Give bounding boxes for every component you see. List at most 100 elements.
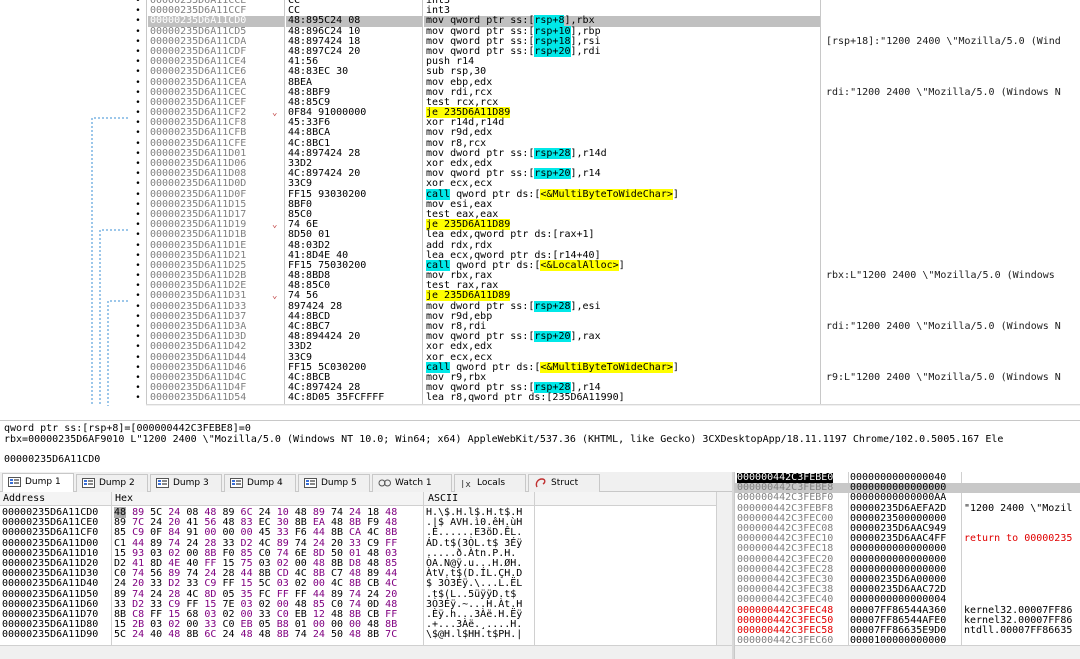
breakpoint-dot-icon[interactable]: • bbox=[131, 220, 145, 230]
info-line-operand: qword ptr ss:[rsp+8]=[000000442C3FEBE8]=… bbox=[4, 423, 251, 434]
stack-comment: return to 00000235 bbox=[964, 533, 1073, 545]
dump-icon bbox=[156, 478, 169, 488]
breakpoint-dot-icon[interactable]: • bbox=[131, 88, 145, 98]
breakpoint-dot-icon[interactable]: • bbox=[131, 190, 145, 200]
breakpoint-dot-icon[interactable]: • bbox=[131, 139, 145, 149]
instruction-text: lea r8,qword ptr ds:[235D6A11990] bbox=[426, 392, 625, 404]
dump-icon bbox=[304, 478, 317, 488]
dump-header-ascii[interactable]: ASCII bbox=[428, 493, 458, 505]
dump-icon bbox=[82, 478, 95, 488]
breakpoint-dot-icon[interactable]: • bbox=[131, 332, 145, 342]
instruction-address: 00000235D6A11D1B bbox=[150, 229, 247, 241]
info-panel: qword ptr ss:[rsp+8]=[000000442C3FEBE8]=… bbox=[0, 420, 1080, 470]
tab-label: Watch 1 bbox=[395, 478, 432, 488]
breakpoint-dot-icon[interactable]: • bbox=[131, 16, 145, 26]
breakpoint-dot-icon[interactable]: • bbox=[131, 230, 145, 240]
tab-label: Locals bbox=[477, 478, 506, 488]
breakpoint-dot-icon[interactable]: • bbox=[131, 302, 145, 312]
breakpoint-dot-icon[interactable]: • bbox=[131, 322, 145, 332]
dump-header-hex[interactable]: Hex bbox=[115, 493, 133, 505]
tab-label: Dump 4 bbox=[247, 478, 283, 488]
breakpoint-dot-icon[interactable]: • bbox=[131, 312, 145, 322]
dump-address: 00000235D6A11D90 bbox=[2, 629, 99, 641]
breakpoint-dot-icon[interactable]: • bbox=[131, 128, 145, 138]
instruction-text: lea edx,qword ptr ds:[rax+1] bbox=[426, 229, 595, 241]
instruction-comment: rbx:L"1200 2400 \"Mozilla/5.0 (Windows bbox=[826, 270, 1055, 282]
dump-hex[interactable]: 5C 24 40 48 8B 6C 24 48 48 8B 74 24 50 4… bbox=[114, 630, 397, 640]
breakpoint-dot-icon[interactable]: • bbox=[131, 281, 145, 291]
breakpoint-dot-icon[interactable]: • bbox=[131, 251, 145, 261]
breakpoint-dot-icon[interactable]: • bbox=[131, 373, 145, 383]
breakpoint-dot-icon[interactable]: • bbox=[131, 271, 145, 281]
tab-dump-1[interactable]: Dump 1 bbox=[2, 473, 74, 493]
breakpoint-dot-icon[interactable]: • bbox=[131, 210, 145, 220]
stack-comment: ntdll.00007FF86635 bbox=[964, 625, 1073, 636]
tab-struct[interactable]: Struct bbox=[528, 474, 600, 492]
breakpoint-dot-icon[interactable]: • bbox=[131, 169, 145, 179]
breakpoint-dot-icon[interactable]: • bbox=[131, 37, 145, 47]
tab-locals[interactable]: |x| Locals bbox=[454, 474, 526, 492]
dump-header-address[interactable]: Address bbox=[3, 493, 45, 505]
instruction-address: 00000235D6A11CE6 bbox=[150, 66, 247, 78]
disassembly-view[interactable]: • 00000235D6A11CCE CC int3 • 00000235D6A11CCF… bbox=[0, 0, 1080, 406]
breakpoint-dot-icon[interactable]: • bbox=[131, 47, 145, 57]
breakpoint-dot-icon[interactable]: • bbox=[131, 159, 145, 169]
breakpoint-dot-icon[interactable]: • bbox=[131, 57, 145, 67]
breakpoint-dot-icon[interactable]: • bbox=[131, 393, 145, 403]
jump-indicator-icon: ⌄ bbox=[272, 291, 278, 302]
breakpoint-dot-icon[interactable]: • bbox=[131, 241, 145, 251]
instruction-text: sub rsp,30 bbox=[426, 66, 487, 78]
breakpoint-dot-icon[interactable]: • bbox=[131, 78, 145, 88]
disasm-row[interactable]: • 00000235D6A11CE6 48:83EC 30 sub rsp,30 bbox=[0, 66, 1080, 78]
tab-dump-4[interactable]: Dump 4 bbox=[224, 474, 296, 492]
breakpoint-dot-icon[interactable]: • bbox=[131, 291, 145, 301]
tab-label: Dump 2 bbox=[99, 478, 135, 488]
dump-vertical-scrollbar[interactable] bbox=[716, 492, 732, 645]
breakpoint-dot-icon[interactable]: • bbox=[131, 383, 145, 393]
tab-dump-3[interactable]: Dump 3 bbox=[150, 474, 222, 492]
info-line-register: rbx=00000235D6AF9010 L"1200 2400 \"Mozil… bbox=[4, 434, 1004, 445]
stack-horizontal-scrollbar[interactable] bbox=[735, 645, 1080, 659]
instruction-text: mov qword ptr ss:[rsp+20],rdi bbox=[426, 45, 601, 57]
jump-indicator-icon: ⌄ bbox=[272, 220, 278, 231]
breakpoint-dot-icon[interactable]: • bbox=[131, 149, 145, 159]
breakpoint-dot-icon[interactable]: • bbox=[131, 67, 145, 77]
tab-dump-2[interactable]: Dump 2 bbox=[76, 474, 148, 492]
svg-text:|x|: |x| bbox=[460, 480, 473, 488]
watch-icon bbox=[378, 479, 391, 487]
dump-row[interactable]: 00000235D6A11D90 5C 24 40 48 8B 6C 24 48 … bbox=[0, 630, 716, 640]
dump-ascii[interactable]: \$@H.l$HH.t$PH.| bbox=[426, 630, 522, 640]
breakpoint-dot-icon[interactable]: • bbox=[131, 108, 145, 118]
breakpoint-dot-icon[interactable]: • bbox=[131, 353, 145, 363]
dump-header bbox=[0, 492, 716, 506]
tab-label: Struct bbox=[551, 478, 579, 488]
disassembly-rows: • 00000235D6A11CCE CC int3 • 00000235D6A11CCF… bbox=[0, 0, 1080, 404]
breakpoint-dot-icon[interactable]: • bbox=[131, 363, 145, 373]
tab-watch-1[interactable]: Watch 1 bbox=[372, 474, 452, 492]
disasm-horizontal-scrollbar[interactable]: ◀ ▶ bbox=[146, 404, 1080, 406]
instruction-bytes: 4C:8D05 35FCFFFF bbox=[288, 392, 385, 404]
dump-horizontal-scrollbar[interactable] bbox=[0, 645, 732, 659]
breakpoint-dot-icon[interactable]: • bbox=[131, 261, 145, 271]
breakpoint-dot-icon[interactable]: • bbox=[131, 179, 145, 189]
disasm-row[interactable]: • 00000235D6A11D1B 8D50 01 lea edx,qword pt… bbox=[0, 229, 1080, 241]
stack-view[interactable]: 000000442C3FEBE0 0000000000000040 00000044… bbox=[734, 472, 1080, 659]
locals-icon: |x| bbox=[460, 480, 473, 488]
breakpoint-dot-icon[interactable]: • bbox=[131, 342, 145, 352]
breakpoint-dot-icon[interactable]: • bbox=[131, 6, 145, 16]
disasm-row[interactable]: • 00000235D6A11D54 4C:8D05 35FCFFFF lea r8,… bbox=[0, 392, 1080, 404]
dump-view[interactable]: Address Hex ASCII 00000235D6A11CD0 48 89 … bbox=[0, 492, 732, 659]
instruction-comment: [rsp+18]:"1200 2400 \"Mozilla/5.0 (Wind bbox=[826, 35, 1061, 47]
tab-label: Dump 1 bbox=[25, 477, 61, 487]
breakpoint-dot-icon[interactable]: • bbox=[131, 98, 145, 108]
breakpoint-dot-icon[interactable]: • bbox=[131, 200, 145, 210]
dump-icon bbox=[8, 477, 21, 487]
breakpoint-dot-icon[interactable]: • bbox=[131, 27, 145, 37]
instruction-comment: r9:L"1200 2400 \"Mozilla/5.0 (Windows N bbox=[826, 371, 1061, 383]
tab-label: Dump 3 bbox=[173, 478, 209, 488]
tab-dump-5[interactable]: Dump 5 bbox=[298, 474, 370, 492]
instruction-comment: rdi:"1200 2400 \"Mozilla/5.0 (Windows N bbox=[826, 86, 1061, 98]
instruction-comment: rdi:"1200 2400 \"Mozilla/5.0 (Windows N bbox=[826, 321, 1061, 332]
struct-icon bbox=[535, 478, 546, 488]
breakpoint-dot-icon[interactable]: • bbox=[131, 118, 145, 128]
